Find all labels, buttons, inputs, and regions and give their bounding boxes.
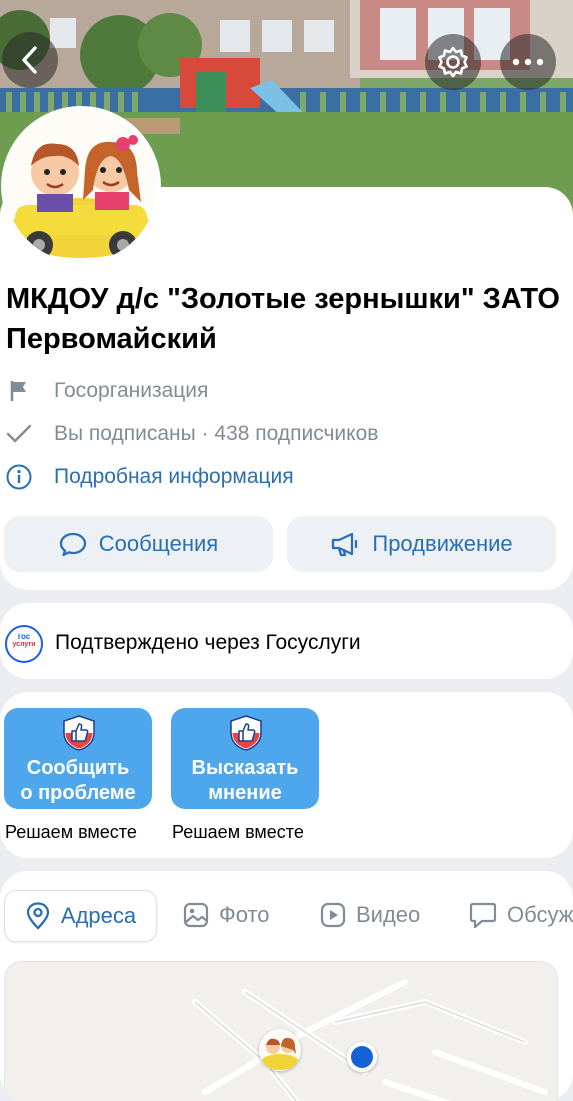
verification-text: Подтверждено через Госуслуги xyxy=(55,631,361,654)
page-title: МКДОУ д/с "Золотые зернышки" ЗАТО Первом… xyxy=(6,283,560,355)
map-avatar-thumbnail xyxy=(259,1029,301,1071)
give-opinion-caption: Решаем вместе xyxy=(172,822,304,842)
tab-photo[interactable]: Фото xyxy=(183,890,270,940)
details-link[interactable]: Подробная информация xyxy=(54,465,294,489)
report-problem-label: Сообщить о проблеме xyxy=(4,756,152,806)
give-opinion-line1: Высказать xyxy=(191,757,299,779)
more-button[interactable] xyxy=(500,34,556,90)
check-icon xyxy=(6,421,32,447)
tab-photo-label: Фото xyxy=(219,902,270,927)
give-opinion-line2: мнение xyxy=(208,782,282,804)
more-horizontal-icon xyxy=(512,58,544,66)
report-problem-line1: Сообщить xyxy=(26,757,130,779)
tab-video[interactable]: Видео xyxy=(320,890,420,940)
services-card: Сообщить о проблеме Решаем вместе Высказ… xyxy=(0,692,573,858)
tab-discussions-label: Обсуждения xyxy=(507,902,573,927)
photo-icon xyxy=(183,902,209,928)
subscription-status: Вы подписаны · 438 подписчиков xyxy=(54,422,379,445)
location-pin-icon xyxy=(26,902,50,930)
message-bubble-icon xyxy=(59,532,86,557)
discussion-icon xyxy=(469,902,497,929)
my-location-dot xyxy=(347,1042,377,1072)
info-icon xyxy=(6,464,32,490)
video-icon xyxy=(320,902,346,928)
settings-button[interactable] xyxy=(425,34,481,90)
avatar[interactable] xyxy=(5,110,157,262)
thumb-shield-icon xyxy=(63,715,95,751)
promotion-label: Продвижение xyxy=(372,531,513,556)
category-label: Госорганизация xyxy=(54,379,209,402)
tab-addresses-label: Адреса xyxy=(60,903,137,928)
avatar-illustration xyxy=(5,110,157,262)
details-row[interactable]: Подробная информация xyxy=(6,461,294,493)
tab-video-label: Видео xyxy=(356,902,421,927)
address-map[interactable] xyxy=(4,961,558,1101)
map-avatar-marker[interactable] xyxy=(259,1029,301,1071)
report-problem-line2: о проблеме xyxy=(20,782,136,804)
category-row: Госорганизация xyxy=(6,375,208,407)
gosuslugi-logo-text-bottom: услуги xyxy=(12,641,36,648)
report-problem-caption: Решаем вместе xyxy=(5,822,137,842)
gosuslugi-logo: гос услуги xyxy=(5,625,43,663)
chevron-left-icon xyxy=(22,46,37,74)
give-opinion-tile[interactable]: Высказать мнение xyxy=(171,708,319,809)
messages-button[interactable]: Сообщения xyxy=(4,516,273,572)
report-problem-tile[interactable]: Сообщить о проблеме xyxy=(4,708,152,809)
thumb-shield-icon xyxy=(230,715,262,751)
verification-card[interactable]: гос услуги Подтверждено через Госуслуги xyxy=(0,603,573,679)
flag-icon xyxy=(6,378,32,404)
promotion-button[interactable]: Продвижение xyxy=(287,516,556,572)
subscription-row[interactable]: Вы подписаны · 438 подписчиков xyxy=(6,418,378,450)
back-button[interactable] xyxy=(2,32,58,88)
megaphone-icon xyxy=(332,532,358,557)
give-opinion-label: Высказать мнение xyxy=(171,756,319,806)
gear-icon xyxy=(438,46,468,78)
tab-addresses[interactable]: Адреса xyxy=(4,890,157,942)
messages-label: Сообщения xyxy=(98,531,219,556)
tab-discussions[interactable]: Обсуждения xyxy=(469,890,573,940)
content-tabs-card: Адреса Фото Видео Обсуждения xyxy=(0,871,573,1101)
gosuslugi-logo-text-top: гос xyxy=(17,632,31,641)
